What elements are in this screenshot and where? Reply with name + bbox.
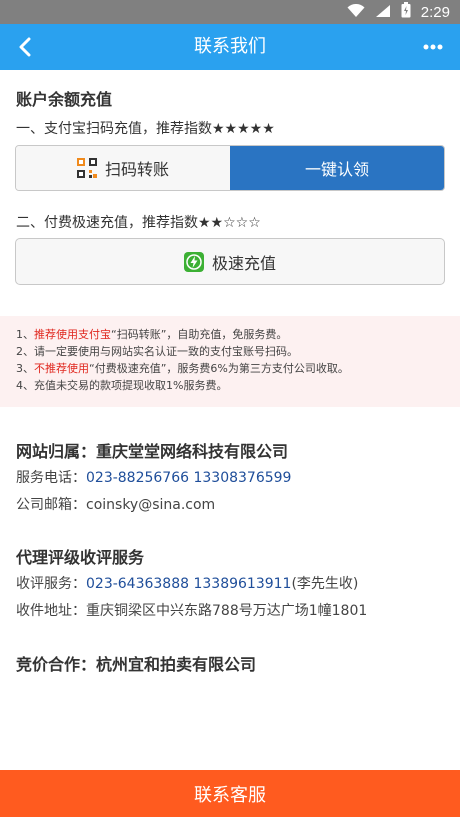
notice-line-1: 1、推荐使用支付宝“扫码转账”，自助充值，免服务费。	[16, 326, 444, 343]
notice-line-2: 2、请一定要使用与网站实名认证一致的支付宝账号扫码。	[16, 345, 298, 358]
notice-3-prefix: 3、	[16, 362, 34, 375]
fast-recharge-button[interactable]: 极速充值	[15, 238, 445, 285]
qr-code-icon	[76, 158, 97, 178]
agent-service-heading: 代理评级收评服务	[16, 548, 145, 567]
status-time: 2:29	[420, 3, 450, 21]
notice-1-text: “扫码转账”，自助充值，免服务费。	[111, 328, 288, 341]
alipay-button-group: 扫码转账 一键认领	[15, 145, 445, 191]
battery-icon	[401, 2, 411, 22]
fast-recharge-recommend-text: 二、付费极速充值，推荐指数★★☆☆☆	[16, 215, 261, 231]
lightning-icon	[183, 251, 204, 272]
notice-box: 1、推荐使用支付宝“扫码转账”，自助充值，免服务费。 2、请一定要使用与网站实名…	[0, 316, 460, 407]
more-icon	[423, 44, 443, 50]
grading-service-row: 收评服务：023-64363888 13389613911(李先生收)	[16, 573, 358, 593]
signal-icon	[375, 3, 391, 22]
status-bar: 2:29	[0, 0, 460, 24]
mail-address-row: 收件地址：重庆铜梁区中兴东路788号万达广场1幢1801	[16, 600, 367, 620]
mail-address-value: 重庆铜梁区中兴东路788号万达广场1幢1801	[86, 603, 368, 619]
recharge-heading: 账户余额充值	[16, 90, 113, 109]
auction-partner-heading: 竞价合作：杭州宜和拍卖有限公司	[16, 655, 257, 674]
grading-service-contact: (李先生收)	[291, 576, 359, 592]
notice-3-text: “付费极速充值”，服务费6%为第三方支付公司收取。	[89, 362, 349, 375]
company-email-label: 公司邮箱：	[16, 497, 86, 513]
alipay-recommend-text: 一、支付宝扫码充值，推荐指数★★★★★	[16, 121, 275, 137]
one-click-claim-button[interactable]: 一键认领	[230, 146, 444, 190]
notice-1-prefix: 1、	[16, 328, 34, 341]
service-phone-link[interactable]: 023-88256766 13308376599	[86, 470, 291, 486]
scan-transfer-label: 扫码转账	[104, 160, 169, 179]
mail-address-label: 收件地址：	[16, 603, 86, 619]
wifi-icon	[347, 3, 365, 22]
scan-transfer-button[interactable]: 扫码转账	[16, 146, 230, 190]
company-email-row: 公司邮箱：coinsky@sina.com	[16, 494, 215, 514]
one-click-claim-label: 一键认领	[304, 160, 369, 179]
notice-1-highlight: 推荐使用支付宝	[34, 328, 111, 341]
page-title: 联系我们	[194, 36, 266, 57]
notice-3-highlight: 不推荐使用	[34, 362, 89, 375]
contact-support-label: 联系客服	[194, 784, 266, 806]
company-email-value: coinsky@sina.com	[86, 497, 216, 513]
back-button[interactable]	[10, 32, 40, 62]
notice-line-4: 4、充值未交易的款项提现收取1%服务费。	[16, 379, 228, 392]
grading-service-phone-link[interactable]: 023-64363888 13389613911	[86, 576, 291, 592]
more-button[interactable]	[418, 32, 448, 62]
app-bar: 联系我们	[0, 24, 460, 70]
notice-line-3: 3、不推荐使用“付费极速充值”，服务费6%为第三方支付公司收取。	[16, 360, 444, 377]
back-arrow-icon	[19, 37, 31, 57]
contact-support-button[interactable]: 联系客服	[0, 770, 460, 817]
site-owner-heading: 网站归属：重庆堂堂网络科技有限公司	[16, 442, 289, 461]
service-phone-label: 服务电话：	[16, 470, 86, 486]
fast-recharge-label: 极速充值	[211, 253, 276, 273]
grading-service-label: 收评服务：	[16, 576, 86, 592]
service-phone-row: 服务电话：023-88256766 13308376599	[16, 467, 291, 487]
status-icons: 2:29	[347, 0, 450, 24]
